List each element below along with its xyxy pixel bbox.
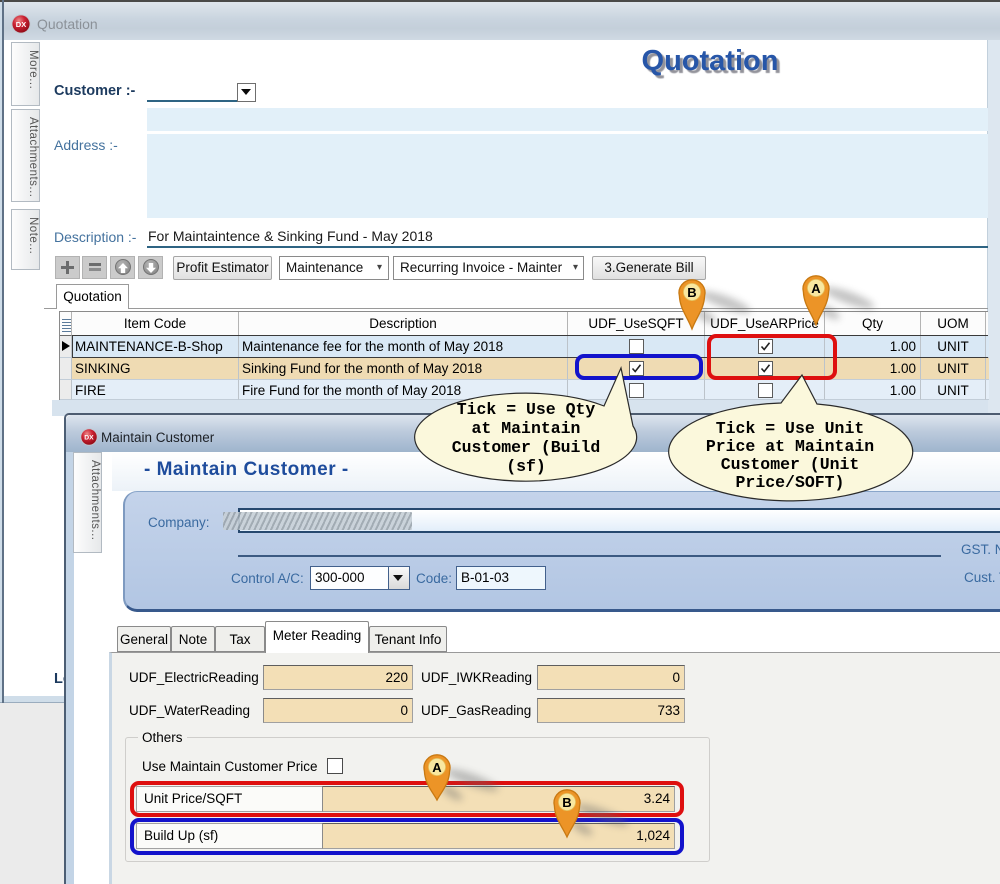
svg-text:Price/SOFT): Price/SOFT)	[736, 473, 845, 492]
svg-text:Tick = Use Qty: Tick = Use Qty	[457, 400, 596, 419]
svg-text:B: B	[562, 795, 571, 810]
svg-text:Customer (Build: Customer (Build	[452, 438, 601, 457]
svg-text:at Maintain: at Maintain	[472, 419, 581, 438]
svg-text:Tick = Use Unit: Tick = Use Unit	[716, 419, 865, 438]
svg-text:Customer (Unit: Customer (Unit	[721, 455, 860, 474]
svg-text:A: A	[811, 281, 821, 296]
svg-text:A: A	[432, 760, 442, 775]
svg-text:(sf): (sf)	[506, 457, 546, 476]
svg-text:B: B	[687, 285, 696, 300]
svg-text:Price at Maintain: Price at Maintain	[706, 437, 874, 456]
